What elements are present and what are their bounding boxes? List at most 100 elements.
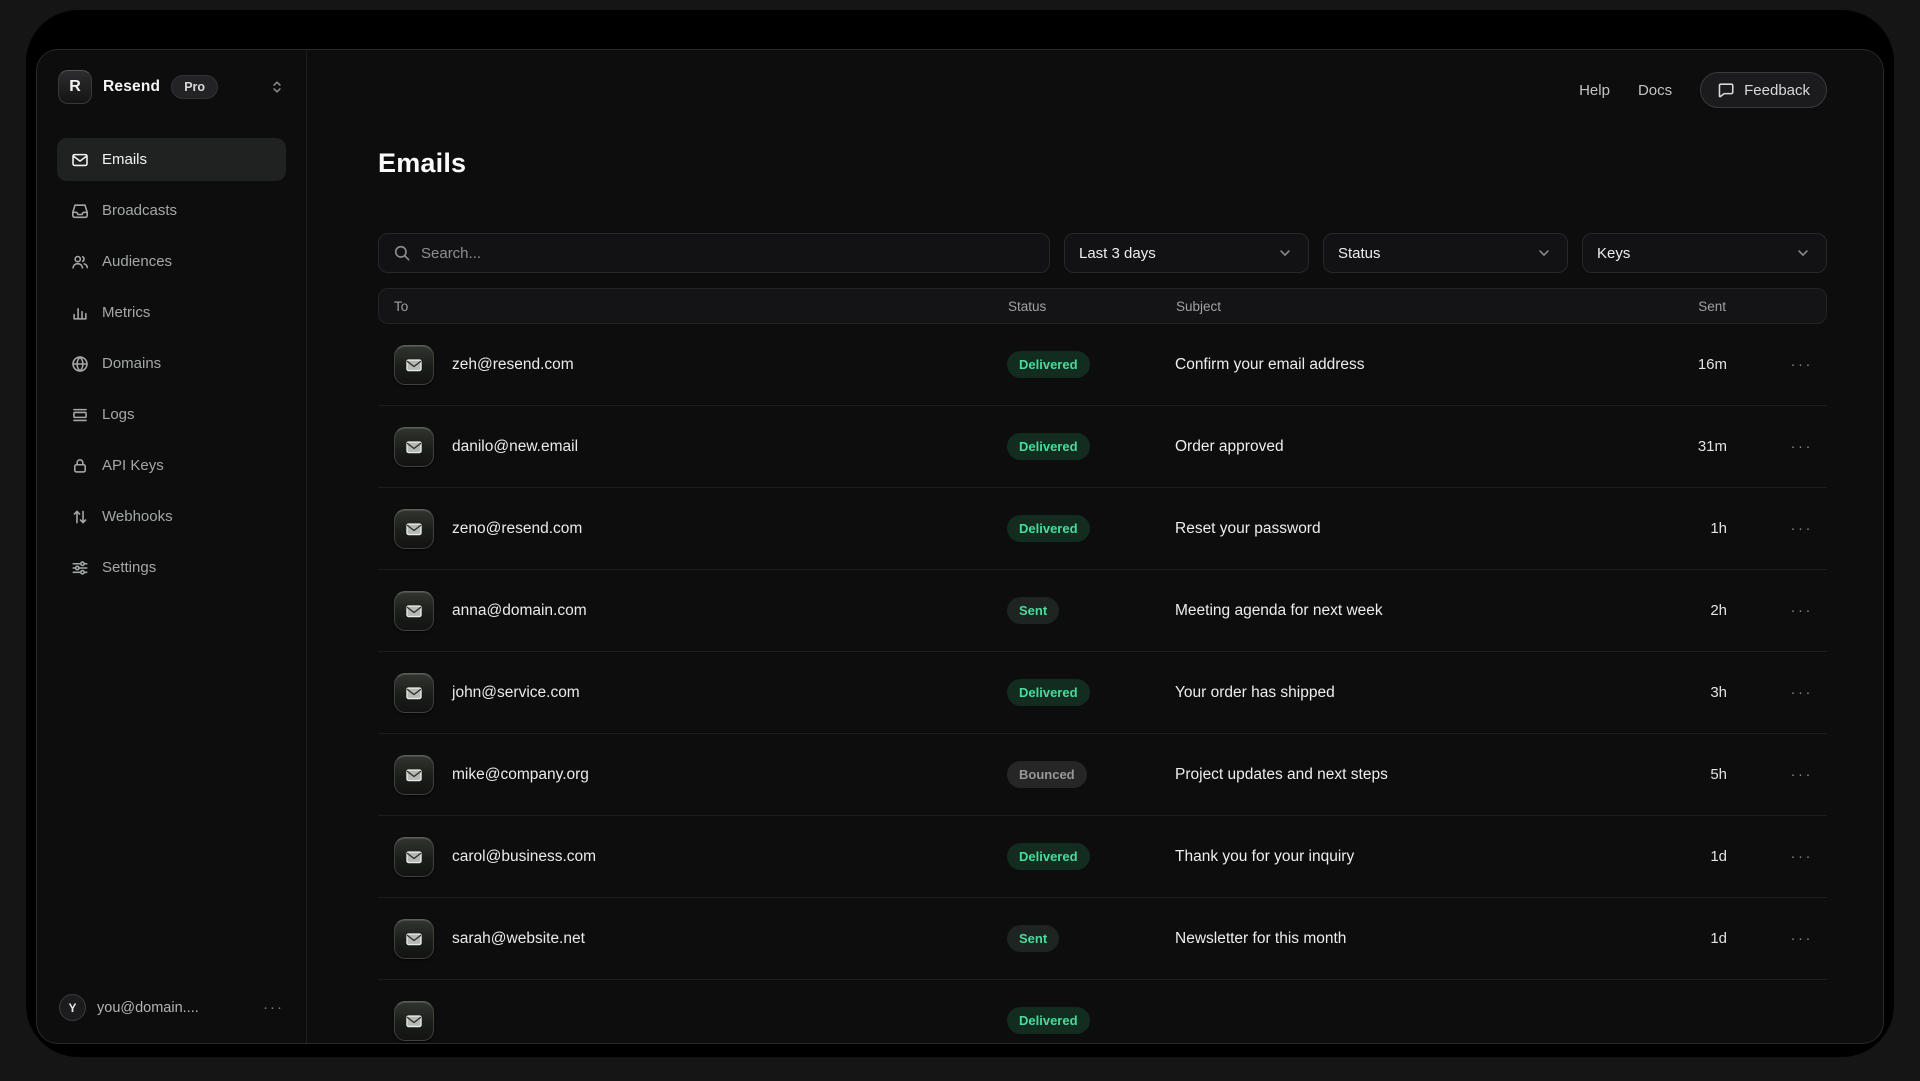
email-icon xyxy=(394,345,434,385)
sidebar-item-metrics[interactable]: Metrics xyxy=(57,291,286,334)
main-area: Help Docs Feedback Emails Last 3 days St xyxy=(307,50,1883,1043)
sidebar-item-domains[interactable]: Domains xyxy=(57,342,286,385)
row-menu-button[interactable]: ··· xyxy=(1727,438,1827,455)
keys-value: Keys xyxy=(1597,245,1630,262)
sliders-icon xyxy=(71,559,89,577)
status-select[interactable]: Status xyxy=(1323,233,1568,273)
table-row[interactable]: danilo@new.email Delivered Order approve… xyxy=(378,406,1827,488)
row-menu-button[interactable]: ··· xyxy=(1727,356,1827,373)
date-range-select[interactable]: Last 3 days xyxy=(1064,233,1309,273)
sidebar-item-webhooks[interactable]: Webhooks xyxy=(57,495,286,538)
recipient-email: sarah@website.net xyxy=(452,930,585,948)
row-menu-button[interactable]: ··· xyxy=(1727,766,1827,783)
resend-logo: R xyxy=(58,70,92,104)
email-subject: Reset your password xyxy=(1175,520,1647,538)
status-badge: Delivered xyxy=(1007,351,1090,378)
row-menu-button[interactable]: ··· xyxy=(1727,848,1827,865)
email-icon xyxy=(394,591,434,631)
sidebar-item-settings[interactable]: Settings xyxy=(57,546,286,589)
sent-time: 3h xyxy=(1647,684,1727,701)
email-table: zeh@resend.com Delivered Confirm your em… xyxy=(378,324,1827,1044)
email-icon xyxy=(394,1001,434,1041)
inbox-icon xyxy=(71,202,89,220)
sidebar-item-label: Settings xyxy=(102,559,156,576)
envelope-icon xyxy=(71,151,89,169)
sidebar-item-broadcasts[interactable]: Broadcasts xyxy=(57,189,286,232)
column-header-subject: Subject xyxy=(1176,299,1646,314)
chevrons-up-down-icon[interactable] xyxy=(268,78,286,96)
docs-link[interactable]: Docs xyxy=(1638,82,1672,99)
row-menu-button[interactable]: ··· xyxy=(1727,602,1827,619)
status-badge: Delivered xyxy=(1007,515,1090,542)
search-icon xyxy=(393,244,411,262)
filter-bar: Last 3 days Status Keys xyxy=(378,233,1827,273)
email-subject: Confirm your email address xyxy=(1175,356,1647,374)
email-subject: Your order has shipped xyxy=(1175,684,1647,702)
status-value: Status xyxy=(1338,245,1381,262)
sidebar-item-emails[interactable]: Emails xyxy=(57,138,286,181)
chevron-down-icon xyxy=(1794,244,1812,262)
sidebar-item-label: Logs xyxy=(102,406,135,423)
email-subject: Meeting agenda for next week xyxy=(1175,602,1647,620)
status-badge: Delivered xyxy=(1007,433,1090,460)
workspace-switcher[interactable]: R Resend Pro xyxy=(57,70,286,104)
chevron-down-icon xyxy=(1276,244,1294,262)
account-row[interactable]: Y you@domain.... ··· xyxy=(57,994,286,1021)
email-icon xyxy=(394,673,434,713)
sent-time: 2h xyxy=(1647,602,1727,619)
table-row[interactable]: carol@business.com Delivered Thank you f… xyxy=(378,816,1827,898)
email-subject: Thank you for your inquiry xyxy=(1175,848,1647,866)
recipient-email: carol@business.com xyxy=(452,848,596,866)
email-subject: Order approved xyxy=(1175,438,1647,456)
status-badge: Bounced xyxy=(1007,761,1087,788)
workspace-name: Resend xyxy=(103,78,160,96)
row-menu-button[interactable]: ··· xyxy=(1727,930,1827,947)
sidebar-item-label: Metrics xyxy=(102,304,150,321)
chevron-down-icon xyxy=(1535,244,1553,262)
sidebar-item-label: Webhooks xyxy=(102,508,173,525)
row-menu-button[interactable]: ··· xyxy=(1727,684,1827,701)
feedback-button[interactable]: Feedback xyxy=(1700,72,1827,108)
search-box[interactable] xyxy=(378,233,1050,273)
status-badge: Sent xyxy=(1007,925,1059,952)
table-row[interactable]: zeh@resend.com Delivered Confirm your em… xyxy=(378,324,1827,406)
account-menu-button[interactable]: ··· xyxy=(263,999,284,1016)
globe-icon xyxy=(71,355,89,373)
email-icon xyxy=(394,509,434,549)
status-badge: Delivered xyxy=(1007,843,1090,870)
table-header: To Status Subject Sent xyxy=(378,288,1827,324)
column-header-status: Status xyxy=(1008,299,1176,314)
table-row[interactable]: zeno@resend.com Delivered Reset your pas… xyxy=(378,488,1827,570)
table-row[interactable]: sarah@website.net Sent Newsletter for th… xyxy=(378,898,1827,980)
search-input[interactable] xyxy=(421,245,1035,262)
email-icon xyxy=(394,427,434,467)
sent-time: 1d xyxy=(1647,848,1727,865)
column-header-to: To xyxy=(379,299,1008,314)
recipient-email: john@service.com xyxy=(452,684,580,702)
status-badge: Delivered xyxy=(1007,679,1090,706)
sent-time: 31m xyxy=(1647,438,1727,455)
keys-select[interactable]: Keys xyxy=(1582,233,1827,273)
sidebar-item-label: Audiences xyxy=(102,253,172,270)
table-row[interactable]: john@service.com Delivered Your order ha… xyxy=(378,652,1827,734)
status-badge: Sent xyxy=(1007,597,1059,624)
help-link[interactable]: Help xyxy=(1579,82,1610,99)
table-row[interactable]: anna@domain.com Sent Meeting agenda for … xyxy=(378,570,1827,652)
logs-icon xyxy=(71,406,89,424)
avatar: Y xyxy=(59,994,86,1021)
table-row[interactable]: mike@company.org Bounced Project updates… xyxy=(378,734,1827,816)
row-menu-button[interactable]: ··· xyxy=(1727,520,1827,537)
topbar: Help Docs Feedback xyxy=(307,50,1883,108)
sent-time: 1d xyxy=(1647,930,1727,947)
sent-time: 5h xyxy=(1647,766,1727,783)
sidebar-item-api-keys[interactable]: API Keys xyxy=(57,444,286,487)
sidebar-item-audiences[interactable]: Audiences xyxy=(57,240,286,283)
bar-chart-icon xyxy=(71,304,89,322)
sidebar-item-label: Broadcasts xyxy=(102,202,177,219)
table-row[interactable]: Delivered xyxy=(378,980,1827,1044)
email-icon xyxy=(394,755,434,795)
sent-time: 16m xyxy=(1647,356,1727,373)
sidebar-item-logs[interactable]: Logs xyxy=(57,393,286,436)
app-window: R Resend Pro Emails Broadcasts Audiences Me… xyxy=(36,49,1884,1044)
users-icon xyxy=(71,253,89,271)
